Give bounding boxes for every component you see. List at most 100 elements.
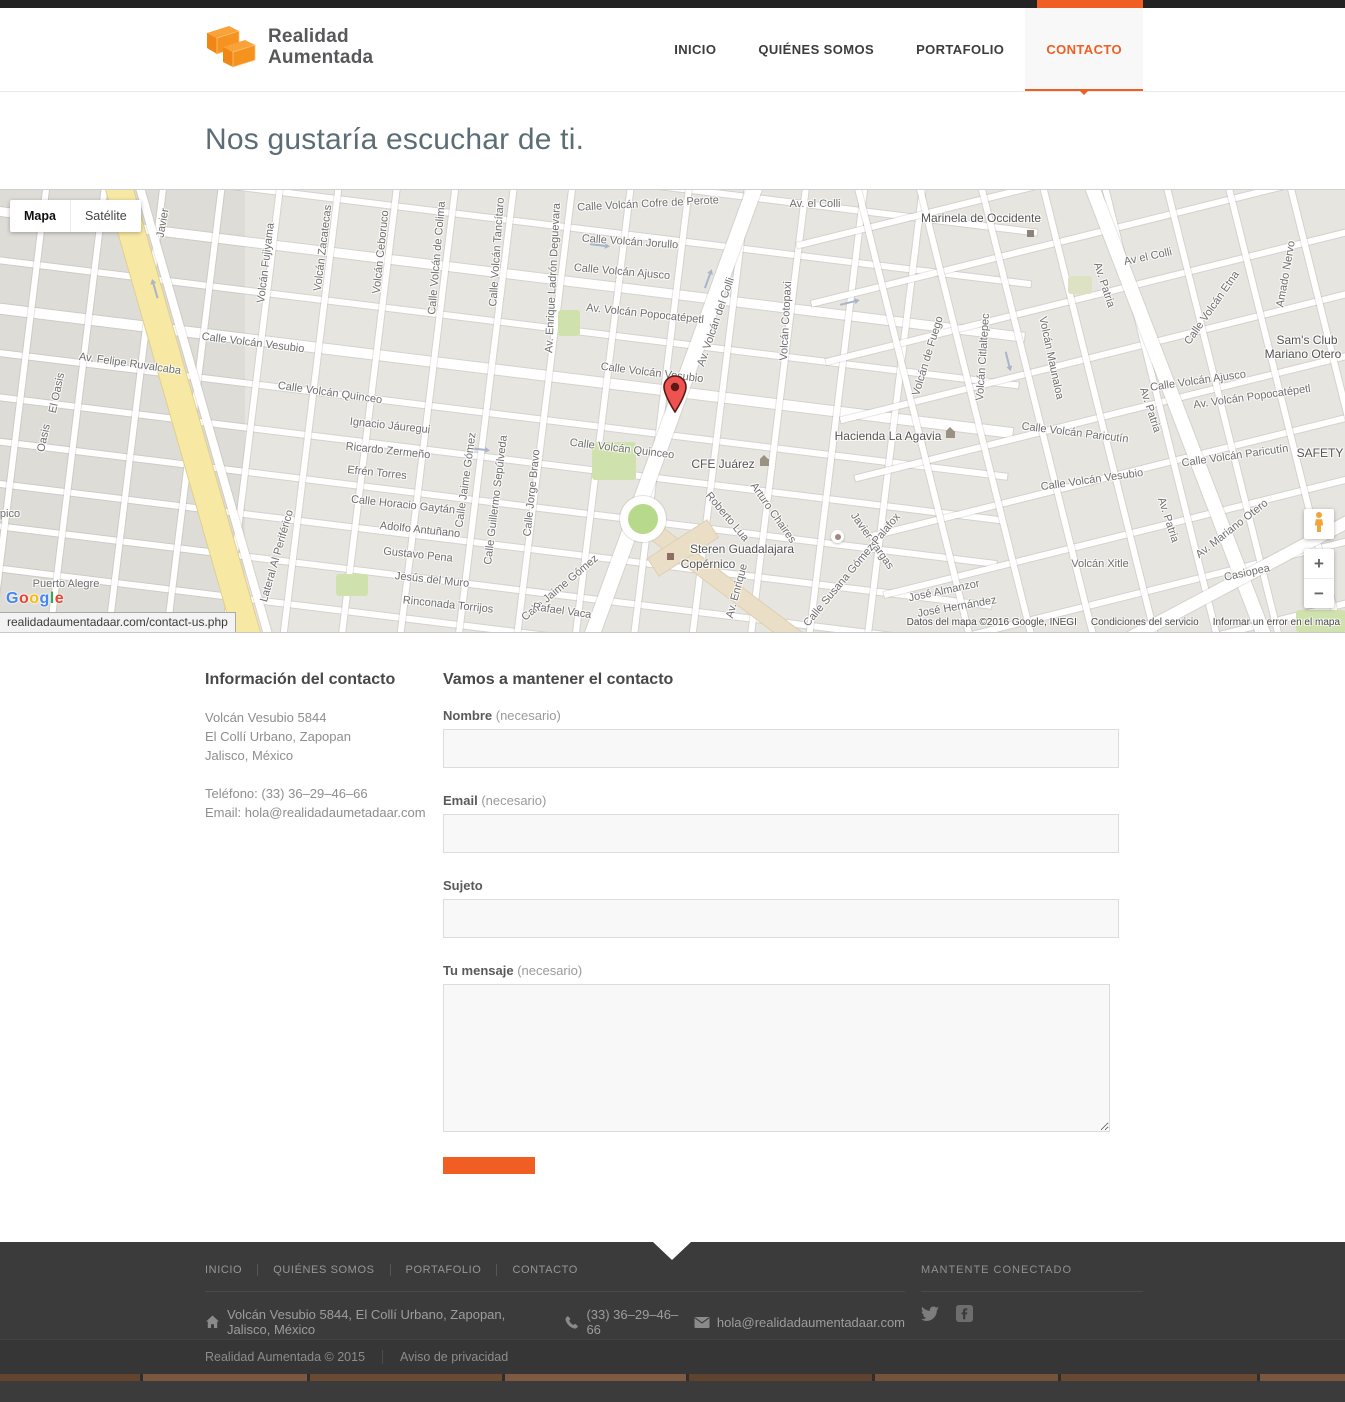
- email-label: Email (necesario): [443, 793, 1345, 808]
- address-block: Volcán Vesubio 5844 El Collí Urbano, Zap…: [205, 708, 443, 765]
- map-street-label: pico: [0, 508, 20, 520]
- zoom-in-button[interactable]: +: [1304, 549, 1334, 579]
- google-logo-letter: o: [19, 590, 29, 607]
- map-data-credit: Datos del mapa ©2016 Google, INEGI: [907, 617, 1077, 628]
- footer-phone: (33) 36–29–46–66: [586, 1307, 679, 1337]
- map-road: [500, 189, 584, 633]
- nav-item-contacto[interactable]: CONTACTO: [1025, 8, 1143, 91]
- footer-notch: [653, 1242, 691, 1260]
- map-street-label: CFE Juárez: [691, 457, 754, 471]
- map-poi-marker: [667, 553, 674, 560]
- form-field-email: Email (necesario): [443, 793, 1345, 853]
- map-type-map-button[interactable]: Mapa: [10, 200, 71, 232]
- footer-right-column: MANTENTE CONECTADO: [921, 1263, 1143, 1339]
- google-logo-letter: G: [6, 590, 19, 607]
- footer-nav-portafolio[interactable]: PORTAFOLIO: [406, 1264, 482, 1276]
- logo[interactable]: Realidad Aumentada: [205, 21, 373, 73]
- active-tab-top-accent: [1037, 0, 1143, 8]
- browser-status-url: realidadaumentadaar.com/contact-us.php: [0, 612, 236, 632]
- google-logo-letter: e: [55, 590, 64, 607]
- nav-item-portafolio[interactable]: PORTAFOLIO: [895, 8, 1025, 91]
- footer-nav: INICIO QUIÉNES SOMOS PORTAFOLIO CONTACTO: [205, 1263, 905, 1277]
- footer-email-link[interactable]: hola@realidadaumentadaar.com: [717, 1315, 905, 1330]
- sujeto-label: Sujeto: [443, 878, 1345, 893]
- map-street-label: Mariano Otero: [1265, 347, 1342, 361]
- nav-item-inicio[interactable]: INICIO: [653, 8, 737, 91]
- contact-form-column: Vamos a mantener el contacto Nombre (nec…: [443, 671, 1345, 1242]
- street-view-pegman-button[interactable]: [1304, 509, 1334, 539]
- nav-item-quienes-somos[interactable]: QUIÉNES SOMOS: [737, 8, 895, 91]
- report-map-error-link[interactable]: Informar un error en el mapa: [1213, 617, 1340, 628]
- pegman-icon: [1312, 511, 1326, 538]
- stay-connected-heading: MANTENTE CONECTADO: [921, 1263, 1143, 1278]
- footer-nav-contacto[interactable]: CONTACTO: [512, 1264, 578, 1276]
- map-street-label: Copérnico: [681, 557, 736, 571]
- form-field-mensaje: Tu mensaje (necesario): [443, 963, 1345, 1132]
- footer-nav-inicio[interactable]: INICIO: [205, 1264, 242, 1276]
- map-landmark-icon: [760, 459, 769, 466]
- map-roundabout-green: [628, 504, 658, 534]
- copyright-text: Realidad Aumentada © 2015: [205, 1350, 365, 1364]
- contact-info-heading: Información del contacto: [205, 671, 443, 689]
- required-note: (necesario): [517, 963, 582, 978]
- page-title: Nos gustaría escuchar de ti.: [205, 123, 1345, 157]
- email-input[interactable]: [443, 814, 1119, 853]
- map-attribution: Datos del mapa ©2016 Google, INEGI Condi…: [907, 617, 1340, 628]
- mensaje-textarea[interactable]: [443, 984, 1110, 1132]
- footer-thumbnail-strip: [0, 1374, 1345, 1381]
- address-line: El Collí Urbano, Zapopan: [205, 729, 351, 744]
- map-type-satellite-button[interactable]: Satélite: [71, 200, 141, 232]
- top-bar: [0, 0, 1345, 8]
- twitter-icon[interactable]: [921, 1306, 939, 1322]
- map-poi-circle: [831, 530, 844, 543]
- contact-info-column: Información del contacto Volcán Vesubio …: [205, 671, 443, 1242]
- footer-address: Volcán Vesubio 5844, El Collí Urbano, Za…: [227, 1307, 550, 1337]
- address-line: Jalisco, México: [205, 748, 293, 763]
- facebook-icon[interactable]: [956, 1305, 973, 1322]
- mensaje-label: Tu mensaje (necesario): [443, 963, 1345, 978]
- sujeto-input[interactable]: [443, 899, 1119, 938]
- footer-left-column: INICIO QUIÉNES SOMOS PORTAFOLIO CONTACTO…: [205, 1263, 905, 1339]
- google-logo[interactable]: Google: [6, 590, 64, 608]
- privacy-link[interactable]: Aviso de privacidad: [400, 1350, 508, 1364]
- divider: [205, 1291, 905, 1292]
- nombre-input[interactable]: [443, 729, 1119, 768]
- required-note: (necesario): [481, 793, 546, 808]
- footer-nav-quienes-somos[interactable]: QUIÉNES SOMOS: [273, 1264, 374, 1276]
- copyright-bar: Realidad Aumentada © 2015 Aviso de priva…: [0, 1339, 1345, 1374]
- map-poi-marker: [1027, 230, 1034, 237]
- contact-form-heading: Vamos a mantener el contacto: [443, 671, 1345, 689]
- google-map[interactable]: Calle Volcán Cofre de PeroteAv. el Colli…: [0, 189, 1345, 633]
- content-section: Información del contacto Volcán Vesubio …: [0, 633, 1345, 1242]
- phone-email-block: Teléfono: (33) 36–29–46–66 Email: hola@r…: [205, 784, 443, 822]
- map-street-label: Sam's Club: [1277, 333, 1338, 347]
- map-landmark-icon: [946, 431, 955, 438]
- home-icon: [205, 1315, 220, 1329]
- map-park: [558, 310, 580, 336]
- required-note: (necesario): [496, 708, 561, 723]
- phone-icon: [564, 1315, 579, 1330]
- map-street-label: Av. el Colli: [790, 198, 841, 210]
- map-marker-pin[interactable]: [663, 375, 687, 418]
- zoom-out-button[interactable]: −: [1304, 579, 1334, 608]
- send-button[interactable]: [443, 1157, 535, 1174]
- form-field-nombre: Nombre (necesario): [443, 708, 1345, 768]
- map-zoom-control: + −: [1304, 549, 1334, 608]
- logo-text: Realidad Aumentada: [268, 26, 373, 68]
- map-park: [336, 574, 368, 596]
- divider: [390, 1264, 391, 1276]
- map-street-label: Hacienda La Agavia: [835, 429, 942, 443]
- main-nav: INICIO QUIÉNES SOMOS PORTAFOLIO CONTACTO: [653, 8, 1143, 91]
- footer: INICIO QUIÉNES SOMOS PORTAFOLIO CONTACTO…: [0, 1242, 1345, 1402]
- social-links: [921, 1305, 1143, 1322]
- logo-boxes-icon: [205, 21, 257, 73]
- email-line: Email: hola@realidadaumetadaar.com: [205, 805, 426, 820]
- title-section: Nos gustaría escuchar de ti.: [0, 92, 1345, 189]
- divider: [257, 1264, 258, 1276]
- phone-line: Teléfono: (33) 36–29–46–66: [205, 786, 368, 801]
- nombre-label: Nombre (necesario): [443, 708, 1345, 723]
- divider: [496, 1264, 497, 1276]
- map-road: [558, 189, 642, 633]
- terms-of-service-link[interactable]: Condiciones del servicio: [1091, 617, 1199, 628]
- map-type-control: Mapa Satélite: [10, 200, 141, 232]
